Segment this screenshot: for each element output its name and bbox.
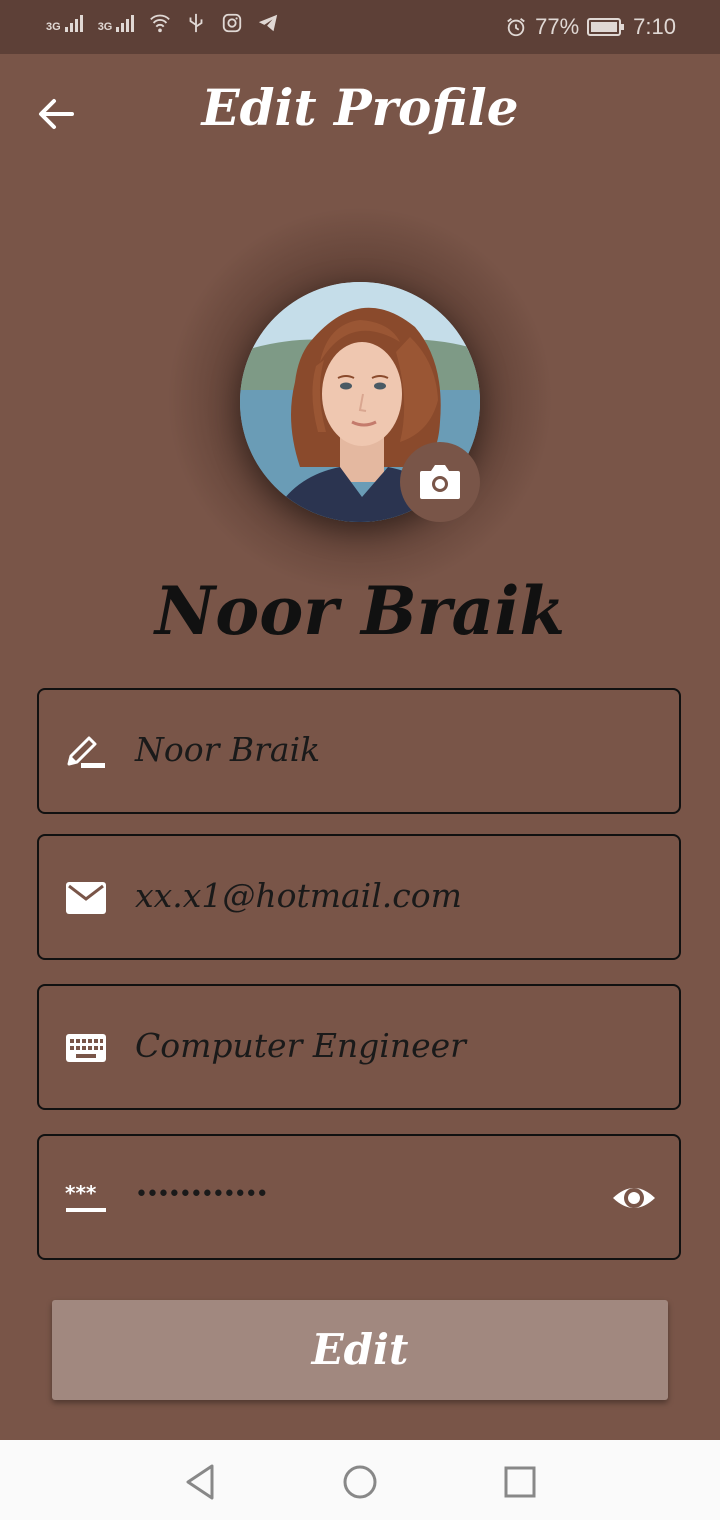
password-value: ••••••••••••: [135, 1182, 269, 1207]
app-bar: Edit Profile: [0, 54, 720, 170]
job-field[interactable]: Computer Engineer: [37, 984, 681, 1110]
email-field[interactable]: xx.x1@hotmail.com: [37, 834, 681, 960]
name-value: Noor Braik: [135, 730, 321, 769]
nav-back-icon[interactable]: [180, 1462, 220, 1502]
email-icon: [66, 882, 106, 914]
clock: 7:10: [633, 14, 676, 39]
usb-icon: [189, 13, 203, 33]
page-title: Edit Profile: [201, 78, 519, 137]
system-nav-bar: [0, 1440, 720, 1520]
edit-button[interactable]: Edit: [52, 1300, 668, 1400]
change-photo-button[interactable]: [400, 442, 480, 522]
battery-icon: [587, 18, 625, 36]
show-password-eye-icon[interactable]: [611, 1178, 657, 1218]
name-field[interactable]: Noor Braik: [37, 688, 681, 814]
battery-percent: 77%: [535, 14, 580, 39]
edit-pencil-icon: [67, 736, 105, 768]
keyboard-icon: [66, 1034, 106, 1062]
nav-home-icon[interactable]: [340, 1462, 380, 1502]
svg-text:***: ***: [65, 1181, 97, 1205]
camera-icon: [420, 465, 460, 499]
password-field[interactable]: *** ••••••••••••: [37, 1134, 681, 1260]
telegram-icon: [259, 14, 278, 32]
signal-icon: 3G: [98, 13, 136, 33]
signal-icon: 3G: [46, 13, 84, 33]
email-value: xx.x1@hotmail.com: [135, 876, 462, 915]
job-value: Computer Engineer: [135, 1026, 466, 1065]
nav-recents-icon[interactable]: [500, 1462, 540, 1502]
status-bar: 3G 3G 77% 7:10: [0, 0, 720, 54]
password-icon: ***: [65, 1181, 106, 1212]
wifi-icon: [150, 14, 171, 33]
instagram-icon: [223, 13, 242, 33]
alarm-icon: [507, 18, 525, 37]
profile-name: Noor Braik: [154, 572, 566, 650]
